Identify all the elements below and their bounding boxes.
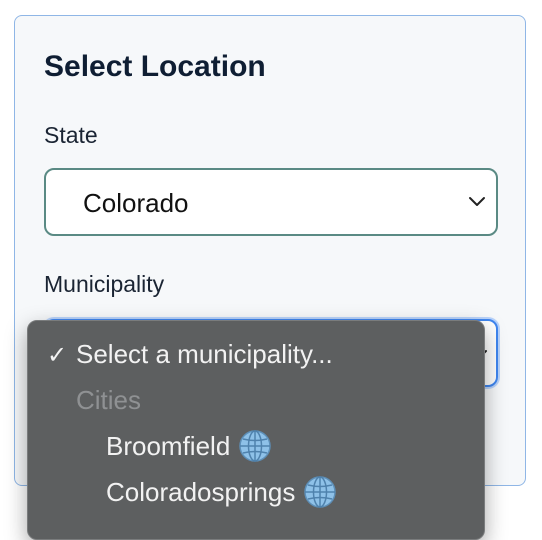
dropdown-option-placeholder[interactable]: Select a municipality...	[76, 341, 333, 367]
chevron-down-icon	[469, 197, 485, 206]
option-label: Coloradosprings	[106, 477, 296, 507]
dropdown-option-coloradosprings[interactable]: Coloradosprings	[106, 476, 337, 509]
globe-icon	[239, 430, 272, 462]
state-select[interactable]: Colorado	[44, 168, 498, 236]
checkmark-icon: ✓	[47, 342, 68, 369]
dropdown-group-label: Cities	[76, 385, 142, 415]
card-title: Select Location	[44, 50, 266, 83]
option-label: Broomfield	[106, 431, 231, 461]
state-select-value: Colorado	[83, 188, 189, 218]
municipality-label: Municipality	[44, 271, 165, 297]
globe-icon	[304, 476, 337, 508]
dropdown-option-broomfield[interactable]: Broomfield	[106, 430, 272, 463]
municipality-dropdown-menu: ✓ Select a municipality... Cities Broomf…	[27, 320, 485, 540]
state-label: State	[44, 122, 98, 148]
